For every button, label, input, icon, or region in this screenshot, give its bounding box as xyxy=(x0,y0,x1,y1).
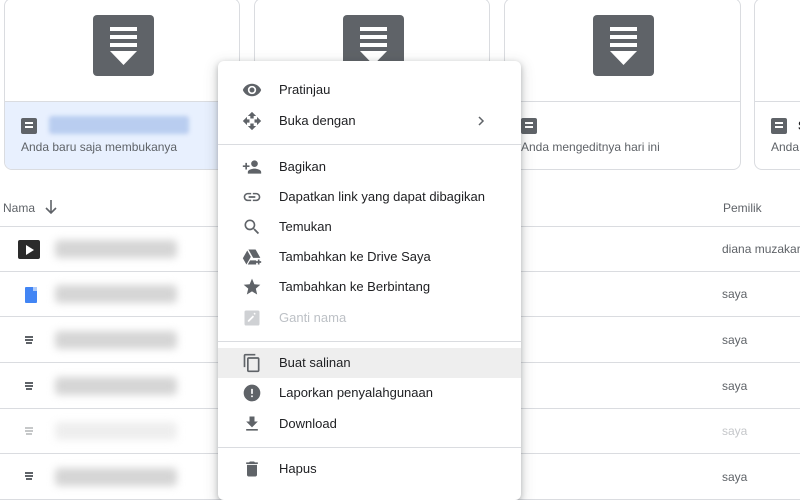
card-file-name xyxy=(49,116,189,134)
download-icon xyxy=(242,414,262,434)
menu-item-temukan[interactable]: Temukan xyxy=(218,212,521,242)
menu-item-label: Download xyxy=(279,416,337,431)
menu-item-buat-salinan[interactable]: Buat salinan xyxy=(218,348,521,378)
owner-cell: saya xyxy=(722,379,748,393)
menu-item-label: Pratinjau xyxy=(279,82,331,97)
owner-cell: saya xyxy=(722,424,748,438)
card-footer: Anda baru saja membukanya xyxy=(5,102,239,169)
menu-item-pratinjau[interactable]: Pratinjau xyxy=(218,75,521,105)
file-name xyxy=(55,468,177,486)
menu-item-label: Hapus xyxy=(279,461,317,476)
menu-item-laporkan[interactable]: Laporkan penyalahgunaan xyxy=(218,378,521,408)
document-thumbnail-icon xyxy=(93,15,154,76)
menu-item-label: Tambahkan ke Drive Saya xyxy=(279,249,431,264)
move-icon xyxy=(242,111,262,131)
owner-cell: saya xyxy=(722,287,748,301)
chevron-right-icon xyxy=(478,116,485,126)
add-person-icon xyxy=(242,157,262,177)
search-icon xyxy=(242,217,262,237)
sort-down-arrow-icon[interactable] xyxy=(44,199,58,215)
video-icon xyxy=(18,240,40,259)
add-to-drive-icon xyxy=(242,247,262,267)
context-menu: Pratinjau Buka dengan Bagikan Dapatkan l… xyxy=(218,61,521,500)
menu-item-hapus[interactable]: Hapus xyxy=(218,454,521,484)
file-name xyxy=(55,377,177,395)
card-subtitle: Anda m xyxy=(771,140,800,154)
file-icon xyxy=(25,382,33,392)
menu-item-ganti-nama: Ganti nama xyxy=(218,303,521,333)
eye-icon xyxy=(242,80,262,100)
document-thumbnail-icon xyxy=(593,15,654,76)
name-column-header[interactable]: Nama xyxy=(3,201,35,215)
link-icon xyxy=(242,187,262,207)
google-doc-icon xyxy=(25,287,37,303)
owner-cell: saya xyxy=(722,470,748,484)
file-icon xyxy=(771,118,787,134)
edit-icon xyxy=(242,308,262,328)
file-name xyxy=(55,240,177,258)
trash-icon xyxy=(242,459,262,479)
menu-item-label: Dapatkan link yang dapat dibagikan xyxy=(279,189,485,204)
menu-item-label: Temukan xyxy=(279,219,332,234)
menu-item-buka-dengan[interactable]: Buka dengan xyxy=(218,106,521,136)
file-icon xyxy=(25,427,33,437)
menu-item-label: Ganti nama xyxy=(279,310,347,325)
owner-column-header[interactable]: Pemilik xyxy=(723,201,762,215)
report-icon xyxy=(242,383,262,403)
file-icon xyxy=(521,118,537,134)
menu-item-label: Buka dengan xyxy=(279,113,356,128)
menu-item-bagikan[interactable]: Bagikan xyxy=(218,152,521,182)
file-name xyxy=(55,331,177,349)
file-icon xyxy=(25,472,33,482)
menu-item-download[interactable]: Download xyxy=(218,409,521,439)
card-subtitle: Anda baru saja membukanya xyxy=(21,140,178,154)
menu-item-tambahkan-ke-drive[interactable]: Tambahkan ke Drive Saya xyxy=(218,242,521,272)
file-name xyxy=(55,285,177,303)
card-footer: Anda mengeditnya hari ini xyxy=(505,102,740,169)
file-icon xyxy=(25,336,33,346)
quick-access-card-3[interactable]: Anda mengeditnya hari ini xyxy=(504,0,741,170)
menu-item-label: Buat salinan xyxy=(279,355,351,370)
menu-item-label: Bagikan xyxy=(279,159,326,174)
copy-icon xyxy=(242,353,262,373)
card-preview xyxy=(505,0,740,102)
menu-divider xyxy=(218,144,521,145)
menu-item-label: Tambahkan ke Berbintang xyxy=(279,279,431,294)
owner-cell: saya xyxy=(722,333,748,347)
menu-divider xyxy=(218,341,521,342)
owner-cell: diana muzakar xyxy=(722,242,800,256)
card-preview xyxy=(5,0,239,102)
card-footer: S Anda m xyxy=(755,102,800,169)
file-name xyxy=(55,422,177,440)
menu-item-label: Laporkan penyalahgunaan xyxy=(279,385,433,400)
star-icon xyxy=(242,277,262,297)
card-subtitle: Anda mengeditnya hari ini xyxy=(521,140,660,154)
quick-access-card-4[interactable]: S Anda m xyxy=(754,0,800,170)
card-preview xyxy=(755,0,800,102)
menu-item-dapatkan-link[interactable]: Dapatkan link yang dapat dibagikan xyxy=(218,182,521,212)
menu-divider xyxy=(218,447,521,448)
quick-access-card-1[interactable]: Anda baru saja membukanya xyxy=(4,0,240,170)
file-icon xyxy=(21,118,37,134)
menu-item-tambahkan-ke-berbintang[interactable]: Tambahkan ke Berbintang xyxy=(218,272,521,302)
